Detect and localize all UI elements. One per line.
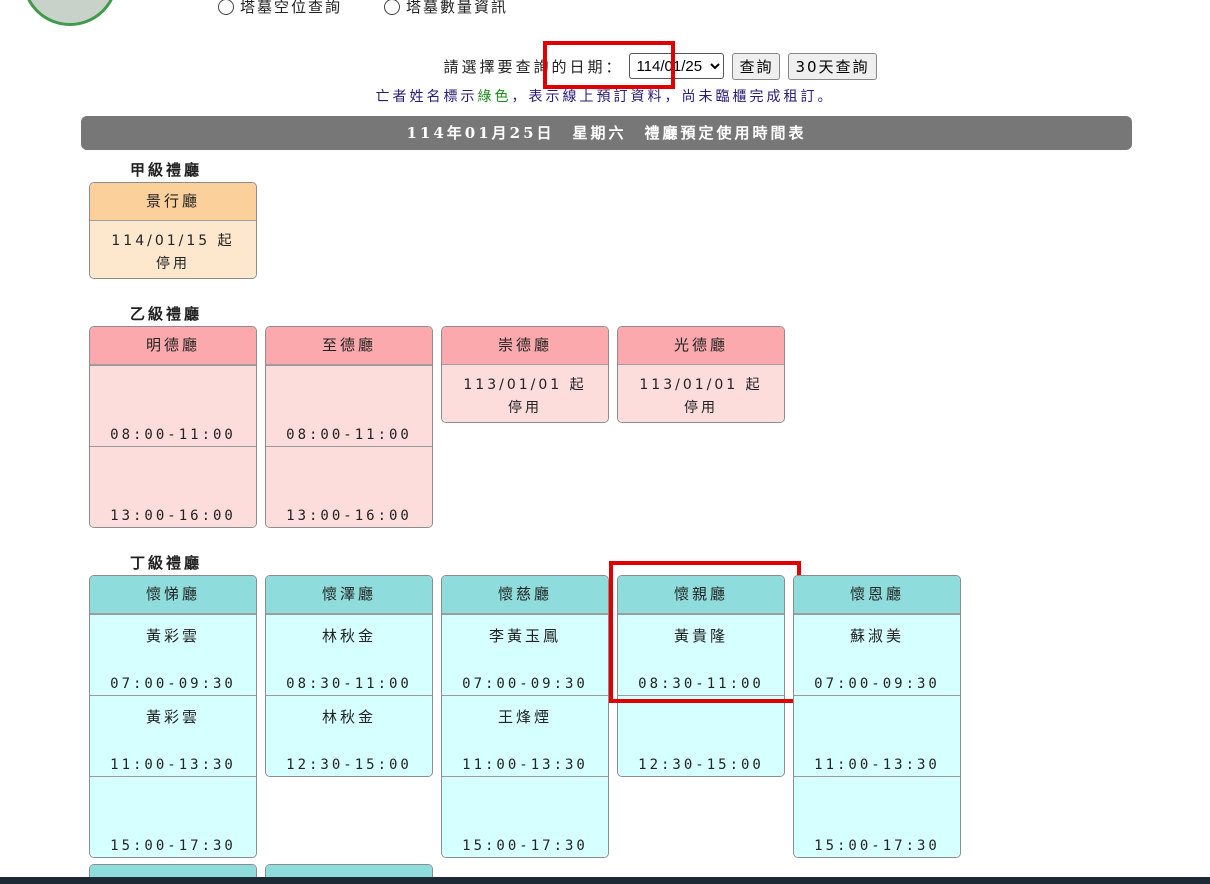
closed-date: 113/01/01 起 <box>463 377 587 393</box>
time-slot: 15:00-17:30 <box>794 776 960 857</box>
slot-time: 08:30-11:00 <box>286 676 412 692</box>
time-slot: 蘇淑美 07:00-09:30 <box>794 614 960 695</box>
deceased-name: 王烽煙 <box>497 708 552 726</box>
hall-card-huaici: 懷慈廳 李黃玉鳳 07:00-09:30 王烽煙 11:00-13:30 15:… <box>441 575 609 858</box>
deceased-name: 蘇淑美 <box>849 627 904 645</box>
slot-time: 08:00-11:00 <box>110 427 236 443</box>
slot-time: 08:00-11:00 <box>286 427 412 443</box>
time-slot: 黃貴隆 08:30-11:00 <box>618 614 784 695</box>
time-slot: 08:00-11:00 <box>266 365 432 446</box>
note-text-2: ，表示線上預訂資料，尚未臨櫃完成租訂。 <box>511 89 835 105</box>
slot-time: 15:00-17:30 <box>814 838 940 854</box>
closed-date: 113/01/01 起 <box>639 377 763 393</box>
slot-time: 07:00-09:30 <box>814 676 940 692</box>
slot-time: 13:00-16:00 <box>286 508 412 524</box>
hall-name: 崇德廳 <box>442 327 608 365</box>
time-slot: 13:00-16:00 <box>90 446 256 527</box>
deceased-name: 林秋金 <box>321 627 376 645</box>
hall-name: 光德廳 <box>618 327 784 365</box>
thirty-day-query-button[interactable]: 30天查詢 <box>788 52 877 80</box>
hall-card-huaien: 懷恩廳 蘇淑美 07:00-09:30 11:00-13:30 15:00-17… <box>793 575 961 858</box>
deceased-name: 李黃玉鳳 <box>488 627 561 645</box>
closed-date: 114/01/15 起 <box>111 233 235 249</box>
section-label-grade-d: 丁級禮廳 <box>130 554 203 572</box>
hall-card-mingde: 明德廳 08:00-11:00 13:00-16:00 <box>89 326 257 528</box>
slot-time: 15:00-17:30 <box>110 838 236 854</box>
radio-circle-icon[interactable] <box>218 0 234 15</box>
time-slot: 王烽煙 11:00-13:30 <box>442 695 608 776</box>
deceased-name: 林秋金 <box>321 708 376 726</box>
time-slot: 林秋金 12:30-15:00 <box>266 695 432 776</box>
slot-time: 11:00-13:30 <box>462 757 588 773</box>
closed-status: 停用 <box>684 400 718 416</box>
time-slot: 李黃玉鳳 07:00-09:30 <box>442 614 608 695</box>
note-green-word: 綠色 <box>477 89 512 105</box>
slot-time: 07:00-09:30 <box>110 676 236 692</box>
hall-name: 懷澤廳 <box>266 576 432 614</box>
section-label-grade-a: 甲級禮廳 <box>130 161 203 179</box>
radio-count-info[interactable]: 塔墓數量資訊 <box>384 0 508 17</box>
slot-time: 11:00-13:30 <box>110 757 236 773</box>
hall-name: 懷慈廳 <box>442 576 608 614</box>
site-logo <box>22 0 118 26</box>
deceased-name: 黃貴隆 <box>673 627 728 645</box>
slot-time: 11:00-13:30 <box>814 757 940 773</box>
deceased-name: 黃彩雲 <box>145 627 200 645</box>
date-query-label: 請選擇要查詢的日期： <box>443 57 624 76</box>
hall-card-huaiqin: 懷親廳 黃貴隆 08:30-11:00 12:30-15:00 <box>617 575 785 777</box>
slot-time: 07:00-09:30 <box>462 676 588 692</box>
closed-status: 停用 <box>156 256 190 272</box>
schedule-title: 114年01月25日 星期六 禮廳預定使用時間表 <box>81 116 1132 150</box>
hall-name: 懷悌廳 <box>90 576 256 614</box>
slot-time: 13:00-16:00 <box>110 508 236 524</box>
online-booking-note: 亡者姓名標示綠色，表示線上預訂資料，尚未臨櫃完成租訂。 <box>0 86 1210 106</box>
query-button[interactable]: 查詢 <box>732 52 781 80</box>
time-slot: 11:00-13:30 <box>794 695 960 776</box>
date-select[interactable]: 114/01/25 <box>629 53 725 79</box>
time-slot: 08:00-11:00 <box>90 365 256 446</box>
time-slot: 15:00-17:30 <box>442 776 608 857</box>
time-slot: 黃彩雲 07:00-09:30 <box>90 614 256 695</box>
hall-closed-notice: 113/01/01 起 停用 <box>442 365 608 422</box>
time-slot: 林秋金 08:30-11:00 <box>266 614 432 695</box>
time-slot: 黃彩雲 11:00-13:30 <box>90 695 256 776</box>
deceased-name: 黃彩雲 <box>145 708 200 726</box>
hall-closed-notice: 114/01/15 起 停用 <box>90 221 256 278</box>
radio-count-label: 塔墓數量資訊 <box>406 0 509 16</box>
radio-vacancy-query[interactable]: 塔墓空位查詢 <box>218 0 342 17</box>
section-label-grade-b: 乙級禮廳 <box>130 305 203 323</box>
hall-card-guangde: 光德廳 113/01/01 起 停用 <box>617 326 785 423</box>
hall-name: 景行廳 <box>90 183 256 221</box>
slot-time: 12:30-15:00 <box>638 757 764 773</box>
hall-name: 至德廳 <box>266 327 432 365</box>
hall-card-huaiti: 懷悌廳 黃彩雲 07:00-09:30 黃彩雲 11:00-13:30 15:0… <box>89 575 257 858</box>
taskbar-edge <box>0 877 1210 884</box>
slot-time: 08:30-11:00 <box>638 676 764 692</box>
hall-card-chongde: 崇德廳 113/01/01 起 停用 <box>441 326 609 423</box>
date-query-bar: 請選擇要查詢的日期： 114/01/25 查詢 30天查詢 <box>0 52 1210 80</box>
hall-name: 懷親廳 <box>618 576 784 614</box>
hall-card-jingxing: 景行廳 114/01/15 起 停用 <box>89 182 257 279</box>
slot-time: 12:30-15:00 <box>286 757 412 773</box>
hall-closed-notice: 113/01/01 起 停用 <box>618 365 784 422</box>
radio-circle-icon[interactable] <box>384 0 400 15</box>
hall-card-zhide: 至德廳 08:00-11:00 13:00-16:00 <box>265 326 433 528</box>
time-slot: 15:00-17:30 <box>90 776 256 857</box>
note-text-1: 亡者姓名標示 <box>375 89 478 105</box>
slot-time: 15:00-17:30 <box>462 838 588 854</box>
radio-vacancy-label: 塔墓空位查詢 <box>240 0 343 16</box>
closed-status: 停用 <box>508 400 542 416</box>
time-slot: 13:00-16:00 <box>266 446 432 527</box>
time-slot: 12:30-15:00 <box>618 695 784 776</box>
hall-card-huaize: 懷澤廳 林秋金 08:30-11:00 林秋金 12:30-15:00 <box>265 575 433 777</box>
hall-name: 懷恩廳 <box>794 576 960 614</box>
hall-name: 明德廳 <box>90 327 256 365</box>
